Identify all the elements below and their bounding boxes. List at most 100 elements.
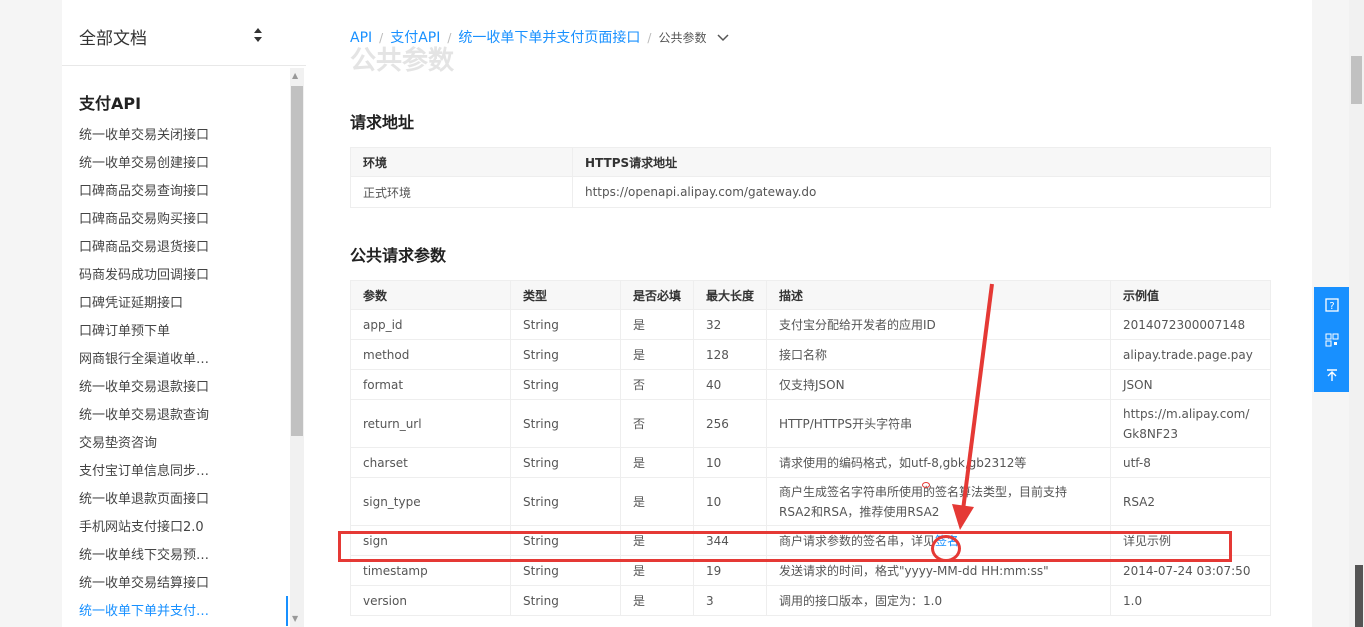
table-cell: 仅支持JSON — [766, 369, 1111, 400]
scroll-down-icon[interactable]: ▼ — [292, 614, 298, 623]
annotation-circle — [931, 535, 961, 562]
breadcrumb-current[interactable]: 公共参数 — [658, 31, 706, 45]
table-cell: charset — [350, 447, 511, 478]
sidebar-nav-item[interactable]: 口碑商品交易退货接口 — [79, 236, 279, 255]
table-cell-text: 40 — [706, 377, 722, 392]
table-cell-text: 1.0 — [1123, 593, 1143, 608]
table-cell-text: alipay.trade.page.pay — [1123, 347, 1253, 362]
column-header: 类型 — [510, 280, 621, 310]
table-cell: sign_type — [350, 477, 511, 526]
back-to-top-icon[interactable] — [1314, 357, 1349, 392]
breadcrumb-item-pay-api[interactable]: 支付API — [390, 30, 440, 46]
table-cell-text: 是 — [633, 564, 646, 578]
table-cell-text: 19 — [706, 563, 722, 578]
table-cell: 接口名称 — [766, 339, 1111, 370]
table-cell: return_url — [350, 399, 511, 448]
table-cell: 是 — [620, 339, 694, 370]
page-scroll-thumb[interactable] — [1351, 56, 1362, 104]
sidebar-nav-item[interactable]: 支付宝订单信息同步… — [79, 460, 279, 479]
doc-selector[interactable]: 全部文档 — [62, 0, 306, 66]
table-cell-text: String — [523, 377, 559, 392]
sidebar-nav-item[interactable]: 交易垫资咨询 — [79, 432, 279, 451]
table-cell-text: app_id — [363, 317, 403, 332]
table-cell: 32 — [693, 309, 767, 340]
scroll-up-icon[interactable]: ▲ — [292, 71, 298, 80]
table-cell: 128 — [693, 339, 767, 370]
column-header: 是否必填 — [620, 280, 694, 310]
table-cell-text: 10 — [706, 494, 722, 509]
table-cell: app_id — [350, 309, 511, 340]
table-cell-text: 128 — [706, 347, 729, 362]
table-cell: 是 — [620, 309, 694, 340]
table-cell-text: 2014072300007148 — [1123, 317, 1246, 332]
table-cell-text: String — [523, 347, 559, 362]
sidebar-scroll-thumb[interactable] — [291, 86, 303, 436]
column-header: 最大长度 — [693, 280, 767, 310]
table-cell-text: RSA2 — [1123, 494, 1156, 509]
sidebar-nav-item[interactable]: 统一收单交易关闭接口 — [79, 124, 279, 143]
breadcrumb-item-page-pay[interactable]: 统一收单下单并支付页面接口 — [458, 30, 640, 46]
table-cell-text: 是 — [633, 495, 646, 509]
table-cell-text: timestamp — [363, 563, 428, 578]
sidebar-nav-item[interactable]: 手机网站支付接口2.0 — [79, 516, 279, 535]
table-cell-text: 调用的接口版本，固定为：1.0 — [779, 593, 943, 608]
table-cell-text: HTTP/HTTPS开头字符串 — [779, 416, 913, 431]
column-header: 示例值 — [1110, 280, 1271, 310]
sidebar-nav-item[interactable]: 口碑凭证延期接口 — [79, 292, 279, 311]
table-cell-text: 商户生成签名字符串所使用的签名算法类型，目前支持RSA2和RSA，推荐使用RSA… — [779, 484, 1068, 519]
table-cell: String — [510, 369, 621, 400]
table-cell-text: String — [523, 563, 559, 578]
sidebar-nav-item[interactable]: 统一收单下单并支付… — [79, 600, 279, 619]
table-cell: format — [350, 369, 511, 400]
breadcrumb-item-api[interactable]: API — [350, 30, 372, 46]
sidebar-nav-item[interactable]: 网商银行全渠道收单… — [79, 348, 279, 367]
params-table: 参数 类型 是否必填 最大长度 描述 示例值 app_id String 是 32 支付… — [350, 280, 1271, 616]
sidebar-nav-item[interactable]: 统一收单退款页面接口 — [79, 488, 279, 507]
table-cell-text: 否 — [633, 417, 646, 431]
table-cell: method — [350, 339, 511, 370]
table-cell: 1.0 — [1110, 585, 1271, 616]
table-cell-text: charset — [363, 455, 408, 470]
table-cell: String — [510, 339, 621, 370]
annotation-dot — [922, 482, 930, 488]
breadcrumb-separator: / — [447, 31, 452, 45]
table-cell: 商户生成签名字符串所使用的签名算法类型，目前支持RSA2和RSA，推荐使用RSA… — [766, 477, 1111, 526]
table-cell: 256 — [693, 399, 767, 448]
table-cell: String — [510, 447, 621, 478]
table-cell: 支付宝分配给开发者的应用ID — [766, 309, 1111, 340]
sidebar-nav-item[interactable]: 口碑商品交易查询接口 — [79, 180, 279, 199]
table-row: format String 否 40 仅支持JSON JSON — [350, 369, 1271, 400]
table-cell: https://m.alipay.com/Gk8NF23 — [1110, 399, 1271, 448]
annotation-highlight-box — [338, 531, 1232, 562]
table-cell: https://openapi.alipay.com/gateway.do — [572, 176, 1271, 208]
table-cell: alipay.trade.page.pay — [1110, 339, 1271, 370]
sidebar-nav-item[interactable]: 统一收单交易退款查询 — [79, 404, 279, 423]
table-cell: 请求使用的编码格式，如utf-8,gbk,gb2312等 — [766, 447, 1111, 478]
sidebar-nav-item[interactable]: 统一收单线下交易预… — [79, 544, 279, 563]
sidebar-nav-item[interactable]: 口碑订单预下单 — [79, 320, 279, 339]
sidebar-nav-item[interactable]: 码商发码成功回调接口 — [79, 264, 279, 283]
chevron-down-icon[interactable] — [717, 34, 729, 42]
table-cell-text: String — [523, 593, 559, 608]
sidebar-nav-item[interactable]: 统一收单交易创建接口 — [79, 152, 279, 171]
table-row: sign_type String 是 10 商户生成签名字符串所使用的签名算法类型，目前… — [350, 477, 1271, 526]
sidebar-nav-item[interactable]: 口碑商品交易购买接口 — [79, 208, 279, 227]
table-row: version String 是 3 调用的接口版本，固定为：1.0 1.0 — [350, 585, 1271, 616]
table-cell-text: sign_type — [363, 494, 421, 509]
table-cell-text: 是 — [633, 456, 646, 470]
table-cell-text: 是 — [633, 348, 646, 362]
table-cell: JSON — [1110, 369, 1271, 400]
help-icon[interactable]: ? — [1314, 287, 1349, 322]
page-scroll-marker — [1355, 565, 1363, 627]
table-cell-text: utf-8 — [1123, 455, 1151, 470]
request-url-heading: 请求地址 — [350, 113, 415, 132]
sort-icon — [254, 28, 262, 42]
breadcrumb-separator: / — [647, 31, 652, 45]
table-cell-text: 仅支持JSON — [779, 377, 845, 392]
table-cell-text: 2014-07-24 03:07:50 — [1123, 563, 1251, 578]
table-cell: 否 — [620, 369, 694, 400]
qrcode-icon[interactable] — [1314, 322, 1349, 357]
table-cell-text: 支付宝分配给开发者的应用ID — [779, 317, 936, 332]
sidebar-nav-item[interactable]: 统一收单交易结算接口 — [79, 572, 279, 591]
sidebar-nav-item[interactable]: 统一收单交易退款接口 — [79, 376, 279, 395]
